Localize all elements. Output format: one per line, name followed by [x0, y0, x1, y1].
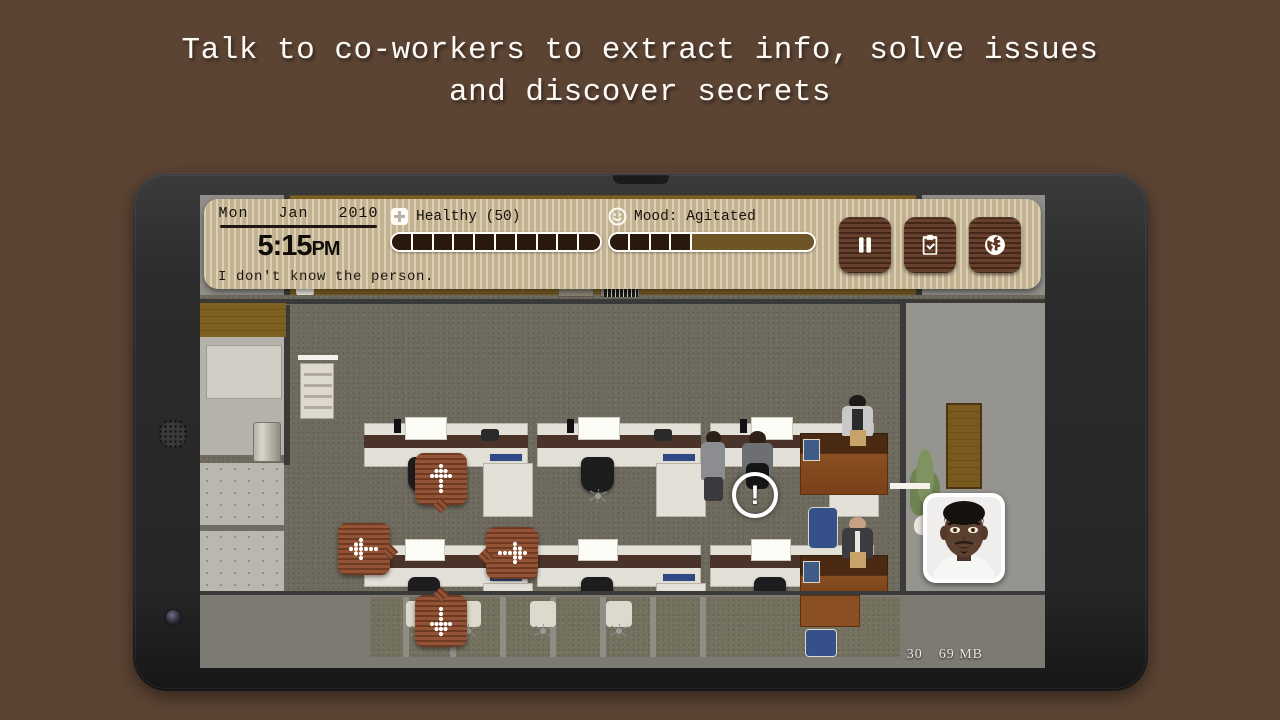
wood-floor-left	[200, 303, 286, 337]
monitor-back-2	[850, 552, 866, 568]
health-bar	[390, 232, 602, 252]
coworker-standing[interactable]	[700, 431, 726, 501]
desk-strip-left	[298, 355, 338, 360]
memory-usage: 69 MB	[938, 647, 983, 662]
window-left	[206, 345, 282, 399]
health-cross-icon	[390, 207, 409, 226]
monitor-back-1	[850, 430, 866, 446]
panel-divider-left	[200, 525, 284, 530]
arrow-right-icon	[486, 527, 538, 579]
office-door-right[interactable]	[946, 403, 982, 489]
date-underline	[220, 225, 377, 228]
front-camera-icon	[166, 610, 181, 625]
map-button[interactable]	[969, 217, 1021, 273]
arrow-up-icon	[415, 453, 467, 505]
debug-stats: 30 69 MB	[907, 647, 983, 663]
clock-period: PM	[311, 238, 341, 260]
pause-icon	[859, 237, 871, 253]
nav-left-button[interactable]	[338, 523, 390, 575]
character-portrait[interactable]	[923, 493, 1005, 583]
health-label: Healthy (50)	[416, 208, 521, 225]
speaker-grille-icon	[158, 419, 188, 449]
pause-button[interactable]	[839, 217, 891, 273]
panel-grid-left-1	[200, 463, 284, 525]
exec-chair-side-1	[803, 439, 820, 461]
promo-headline: Talk to co-workers to extract info, solv…	[181, 33, 1099, 110]
filing-cabinet	[300, 363, 334, 419]
fps-counter: 30	[906, 647, 923, 662]
globe-icon	[985, 235, 1005, 255]
game-screen: ! 30 69 MB Mon Jan 2010 5:15PM Healthy (…	[200, 195, 1045, 668]
player-marker[interactable]: !	[732, 472, 778, 518]
tasks-button[interactable]	[904, 217, 956, 273]
mood-label: Mood: Agitated	[634, 208, 756, 225]
subtitle-text: I don't know the person.	[218, 269, 435, 285]
arrow-down-icon	[415, 595, 467, 647]
mood-bar	[608, 232, 816, 252]
date-time-block: Mon Jan 2010 5:15PM	[216, 205, 381, 263]
mood-stat: Mood: Agitated	[608, 207, 816, 252]
clipboard-check-icon	[922, 234, 938, 255]
hud-panel: Mon Jan 2010 5:15PM Healthy (50) Mood: A…	[204, 199, 1041, 289]
tablet-device: ! 30 69 MB Mon Jan 2010 5:15PM Healthy (…	[133, 173, 1148, 691]
corridor-light	[890, 483, 930, 489]
nav-right-button[interactable]	[486, 527, 538, 579]
exec-chair-side-2	[803, 561, 820, 583]
trash-bin	[253, 422, 281, 462]
clock-time: 5:15	[257, 230, 312, 262]
nav-down-button[interactable]	[415, 595, 467, 647]
smiley-face-icon	[608, 207, 627, 226]
portrait-face	[927, 497, 1001, 579]
date-label: Mon Jan 2010	[218, 205, 379, 222]
visitor-chair	[808, 507, 838, 549]
arrow-left-icon	[338, 523, 390, 575]
nav-up-button[interactable]	[415, 453, 467, 505]
clock: 5:15PM	[216, 230, 381, 263]
player-marker-glyph: !	[750, 479, 760, 510]
health-stat: Healthy (50)	[390, 207, 602, 252]
top-camera-notch	[612, 175, 669, 184]
